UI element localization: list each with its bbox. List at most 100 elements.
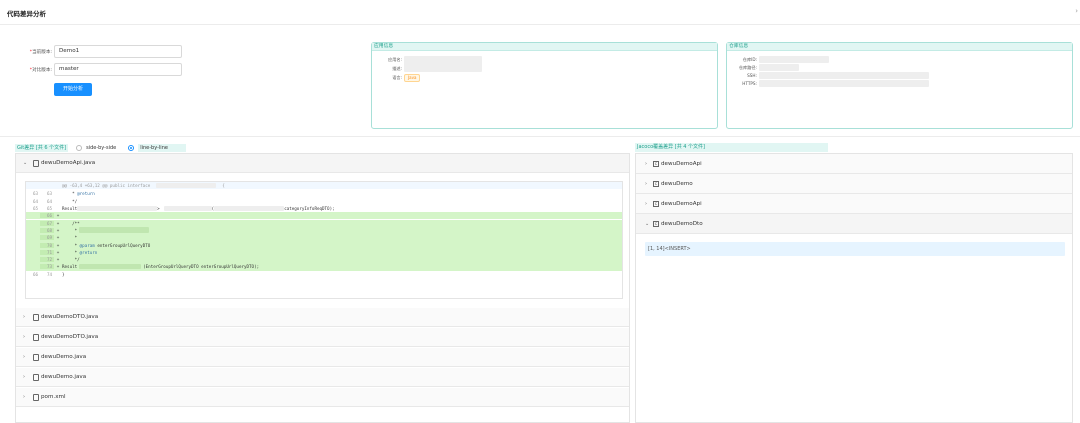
repo-https-label: HTTPS:	[742, 81, 757, 86]
code-text: *	[62, 235, 78, 241]
file-icon	[33, 313, 39, 321]
new-line-number: 65	[46, 206, 52, 212]
class-name: dewuDemoDto	[661, 220, 703, 227]
top-bar: 代码差异分析 ›	[0, 0, 1080, 25]
file-row[interactable]: › dewuDemo.java	[16, 348, 629, 367]
added-line: 67 + /**	[26, 219, 622, 227]
redacted-block	[163, 206, 212, 212]
class-name: dewuDemoApi	[661, 160, 702, 167]
code-text: Result	[62, 264, 78, 270]
code-text: Result	[62, 206, 78, 212]
code-text: *	[62, 227, 78, 233]
class-row[interactable]: › C dewuDemoApi	[636, 194, 1072, 214]
repo-https-row: HTTPS:	[727, 80, 929, 87]
hunk-header: @@ -63,4 +63,12 @@ public interface {	[26, 182, 622, 190]
added-line: 73 + Result (EnterGroupUrlQueryDTO enterGro…	[26, 263, 622, 271]
redacted-block	[79, 227, 150, 234]
git-diff-title: Git差异 [共 6 个文件]	[15, 143, 69, 152]
app-lang-label: 语言:	[392, 74, 402, 80]
code-text: }	[62, 271, 65, 277]
old-line-number: 63	[32, 191, 38, 197]
added-line: 66 +	[26, 212, 622, 220]
chevron-right-icon: ›	[23, 314, 25, 320]
file-row[interactable]: › dewuDemoDTO.java	[16, 308, 629, 327]
class-name: dewuDemoApi	[661, 200, 702, 207]
radio-checked-icon	[128, 144, 135, 151]
repo-path-label: 仓库路径:	[738, 64, 757, 70]
old-line-number: 66	[32, 271, 38, 277]
file-name: pom.xml	[41, 394, 66, 400]
app-desc-row: 描述:	[372, 65, 404, 72]
repo-path-value	[759, 64, 799, 71]
coverage-result: [1, 14]<INSERT>	[645, 242, 1065, 256]
file-name: dewuDemo.java	[41, 374, 87, 380]
new-line-number: 63	[46, 191, 52, 197]
new-line-number: 70	[40, 242, 54, 248]
context-line: 63 63 * @return	[26, 190, 622, 197]
file-name: dewuDemoDTO.java	[41, 314, 99, 320]
lang-tag: Java	[404, 73, 421, 82]
app-lang-row: 语言: Java	[372, 73, 421, 82]
file-row[interactable]: › dewuDemo.java	[16, 368, 629, 387]
added-line: 69 + *	[26, 234, 622, 242]
current-version-input[interactable]: Demo1	[54, 45, 182, 58]
mode-side-label: side-by-side	[86, 144, 117, 151]
page-title: 代码差异分析	[7, 10, 46, 18]
repo-ssh-value	[759, 72, 929, 79]
hunk-text: @@ -63,4 +63,12 @@ public interface	[62, 183, 151, 189]
diff-marker: +	[56, 235, 60, 241]
file-row[interactable]: ⌄ dewuDemoApi.java	[16, 154, 629, 173]
new-line-number: 73	[40, 264, 54, 270]
mode-side-by-side-radio[interactable]: side-by-side	[76, 144, 120, 151]
code-text: */	[62, 198, 78, 204]
repo-id-row: 仓库ID:	[727, 56, 829, 63]
new-line-number: 69	[40, 235, 54, 241]
class-row[interactable]: ⌄ C dewuDemoDto	[636, 214, 1072, 234]
code-text: (EnterGroupUrlQueryDTO enterGroupUrlQuer…	[143, 264, 260, 270]
app-name-value	[404, 56, 482, 72]
close-icon[interactable]: ›	[1075, 7, 1078, 15]
class-icon: C	[653, 220, 659, 227]
code-text: categoryInfoReqDTO);	[284, 206, 335, 212]
app-name-label: 应用名:	[388, 56, 402, 62]
added-line: 70 + * @param enterGroupUrlQueryDTO	[26, 241, 622, 249]
file-icon	[33, 353, 39, 361]
diff-viewer: @@ -63,4 +63,12 @@ public interface { 63…	[25, 181, 623, 299]
diff-marker: +	[56, 249, 60, 255]
repo-id-value	[759, 56, 829, 63]
compare-version-label: *对比版本:	[29, 67, 52, 73]
class-row[interactable]: › C dewuDemoApi	[636, 154, 1072, 174]
context-line: 66 74}	[26, 271, 622, 278]
app-info-panel: 应用信息 应用名: 描述: 语言: Java	[371, 42, 718, 129]
mode-line-label: line-by-line	[138, 143, 186, 152]
file-row[interactable]: › dewuDemoDTO.java	[16, 328, 629, 347]
class-row[interactable]: › C dewuDemo	[636, 174, 1072, 194]
compare-version-input[interactable]: master	[54, 63, 182, 76]
new-line-number: 68	[40, 227, 54, 233]
new-line-number: 72	[40, 257, 54, 263]
git-diff-header: Git差异 [共 6 个文件] side-by-side line-by-lin…	[15, 143, 186, 152]
repo-id-label: 仓库ID:	[742, 56, 757, 62]
file-name: dewuDemoDTO.java	[41, 334, 99, 340]
start-analysis-button[interactable]: 开始分析	[54, 83, 92, 96]
code-text: /**	[62, 220, 80, 226]
diff-marker: +	[56, 257, 60, 263]
hunk-brace: {	[222, 183, 225, 189]
redacted-block	[156, 183, 217, 189]
redacted-block	[79, 264, 142, 270]
mode-line-by-line-radio[interactable]: line-by-line	[128, 143, 186, 152]
repo-info-panel: 仓库信息 仓库ID: 仓库路径: SSH: HTTPS:	[726, 42, 1073, 129]
diff-marker: +	[56, 264, 60, 270]
redacted-block	[214, 206, 285, 212]
current-version-label: *当前版本:	[29, 49, 52, 55]
repo-https-value	[759, 80, 929, 87]
old-line-number: 65	[32, 206, 38, 212]
diff-marker: +	[56, 227, 60, 233]
new-line-number: 64	[46, 198, 52, 204]
file-row[interactable]: › pom.xml	[16, 388, 629, 407]
app-name-row: 应用名:	[372, 56, 482, 72]
added-line: 72 + */	[26, 256, 622, 264]
radio-icon	[76, 144, 83, 151]
chevron-right-icon: ›	[23, 394, 25, 400]
chevron-right-icon: ›	[645, 160, 647, 167]
